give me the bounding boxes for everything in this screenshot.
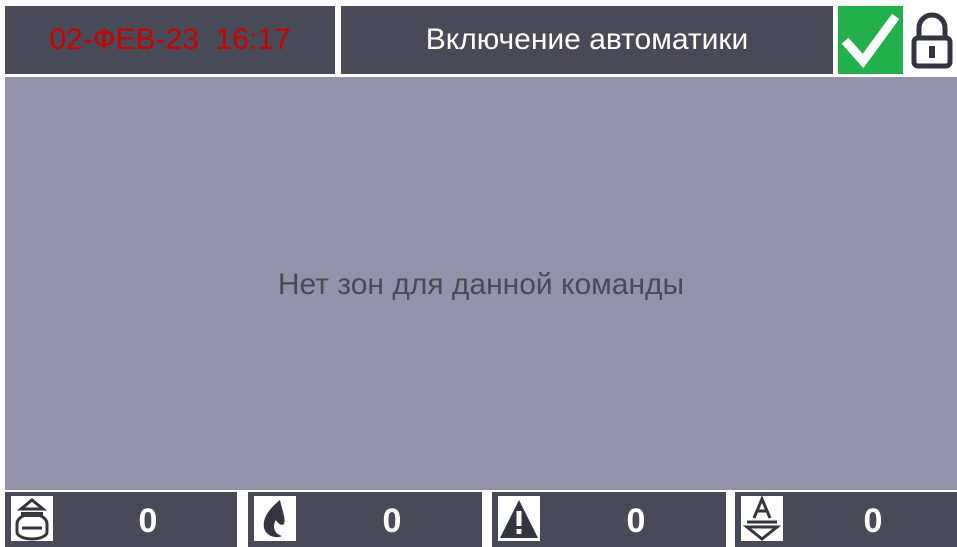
warning-icon [496, 494, 542, 543]
screen-title: Включение автоматики [341, 6, 833, 74]
automation-icon [739, 494, 785, 543]
fire-counter[interactable]: 0 [248, 492, 482, 547]
zones-list-area: Нет зон для данной команды [5, 77, 957, 490]
device-screen: 02-ФЕВ-23 16:17 Включение автоматики Нет… [0, 0, 957, 547]
checkmark-icon [841, 13, 900, 69]
warning-counter[interactable]: 0 [492, 492, 726, 547]
empty-state-message: Нет зон для данной команды [277, 268, 685, 301]
fire-count: 0 [382, 502, 402, 540]
automation-counter[interactable]: 0 [735, 492, 957, 547]
warning-count: 0 [626, 502, 646, 540]
detector-count: 0 [138, 502, 158, 540]
detector-icon [9, 494, 55, 543]
fire-icon [252, 494, 298, 543]
lock-button[interactable] [907, 6, 957, 74]
automation-count: 0 [863, 502, 883, 540]
status-ok-indicator[interactable] [838, 6, 903, 74]
date-time-display: 02-ФЕВ-23 16:17 [5, 6, 335, 74]
detector-counter[interactable]: 0 [5, 492, 237, 547]
counters-bar: 0 0 0 0 [0, 490, 957, 547]
status-bar: 02-ФЕВ-23 16:17 Включение автоматики [0, 0, 957, 74]
padlock-icon [911, 12, 953, 69]
